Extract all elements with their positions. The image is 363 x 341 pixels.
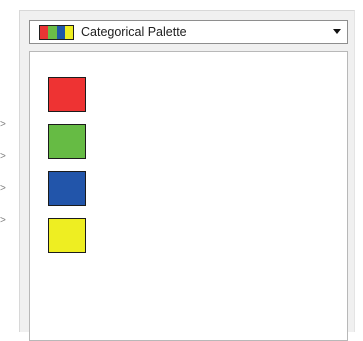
chevron-right-icon: > bbox=[0, 215, 6, 226]
palette-preview-stripe bbox=[48, 26, 57, 39]
palette-dropdown[interactable]: Categorical Palette bbox=[29, 20, 348, 44]
left-edge-strip: > > > > bbox=[0, 0, 6, 334]
chevron-right-icon: > bbox=[0, 151, 6, 162]
dropdown-arrow-icon[interactable] bbox=[333, 29, 341, 34]
chevron-right-icon: > bbox=[0, 119, 6, 130]
palette-preview-stripe bbox=[56, 26, 65, 39]
palette-panel: Categorical Palette bbox=[19, 10, 355, 341]
chevron-right-icon: > bbox=[0, 183, 6, 194]
color-list[interactable] bbox=[29, 51, 348, 341]
color-swatch-red[interactable] bbox=[48, 77, 86, 112]
color-swatch-blue[interactable] bbox=[48, 171, 86, 206]
palette-preview-icon bbox=[39, 25, 74, 40]
color-swatch-green[interactable] bbox=[48, 124, 86, 159]
palette-preview-stripe bbox=[64, 26, 73, 39]
palette-dropdown-label: Categorical Palette bbox=[81, 25, 187, 39]
palette-preview-stripe bbox=[40, 26, 49, 39]
color-swatch-yellow[interactable] bbox=[48, 218, 86, 253]
